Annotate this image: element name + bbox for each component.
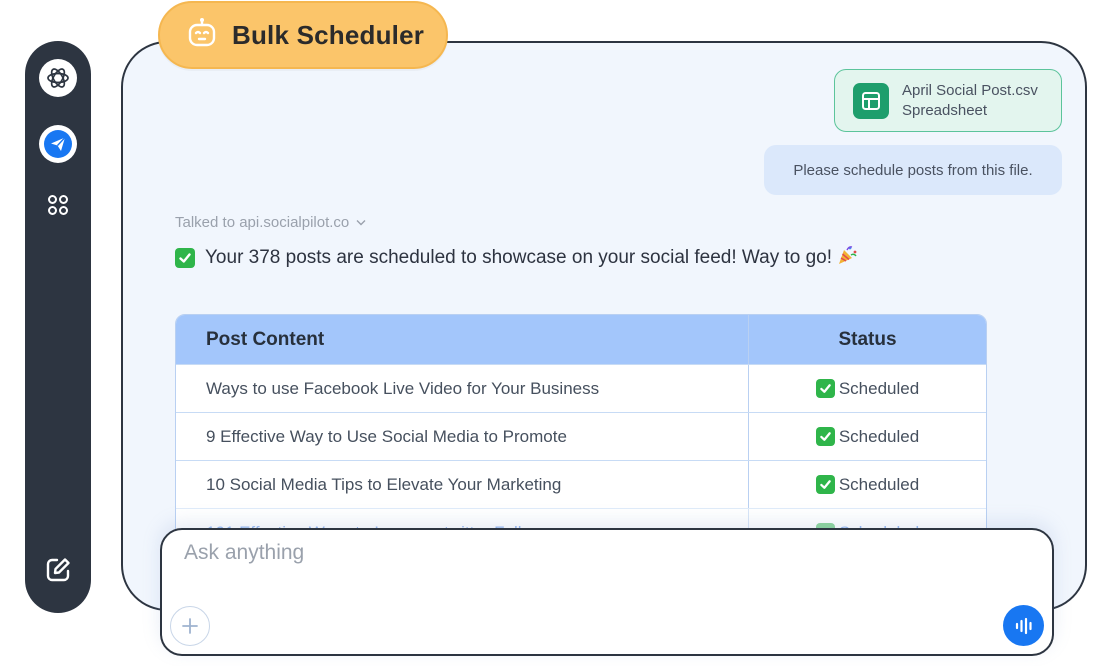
check-icon — [815, 427, 835, 446]
file-type: Spreadsheet — [902, 101, 988, 119]
user-message-text: Please schedule posts from this file. — [793, 161, 1033, 179]
title-badge: Bulk Scheduler — [158, 1, 448, 69]
check-icon — [175, 248, 195, 268]
status-cell: Scheduled — [749, 461, 986, 508]
table-header: Post Content Status — [176, 315, 986, 364]
status-cell: Scheduled — [749, 365, 986, 412]
voice-button[interactable] — [1003, 605, 1044, 646]
table-row: Ways to use Facebook Live Video for Your… — [176, 364, 986, 412]
apps-grid-icon[interactable] — [39, 186, 77, 224]
add-attachment-button[interactable] — [170, 606, 210, 646]
send-icon[interactable] — [39, 125, 77, 163]
composer — [160, 528, 1054, 656]
chevron-down-icon — [356, 220, 366, 226]
post-content-cell: Ways to use Facebook Live Video for Your… — [176, 365, 749, 412]
column-header-status: Status — [838, 328, 897, 350]
check-icon — [815, 379, 835, 398]
post-content-cell: 10 Social Media Tips to Elevate Your Mar… — [176, 461, 749, 508]
table-row: 9 Effective Way to Use Social Media to P… — [176, 412, 986, 460]
sidebar — [25, 41, 91, 613]
posts-table: Post Content Status Ways to use Facebook… — [175, 314, 987, 557]
new-chat-icon[interactable] — [39, 551, 77, 589]
post-content-cell: 9 Effective Way to Use Social Media to P… — [176, 413, 749, 460]
status-label: Scheduled — [838, 426, 920, 446]
status-label: Scheduled — [838, 378, 920, 398]
plus-icon — [182, 618, 198, 634]
assistant-result: Your 378 posts are scheduled to showcase… — [175, 244, 858, 272]
tool-call-label: Talked to api.socialpilot.co — [175, 214, 350, 231]
audio-wave-icon — [1015, 617, 1032, 634]
ask-input[interactable] — [182, 540, 886, 566]
party-popper-icon — [836, 244, 858, 272]
spreadsheet-icon — [853, 82, 889, 119]
status-cell: Scheduled — [749, 413, 986, 460]
user-message: Please schedule posts from this file. — [764, 145, 1062, 195]
column-header-post-content: Post Content — [176, 315, 749, 364]
check-icon — [815, 475, 835, 494]
file-name: April Social Post.csv — [902, 81, 1038, 99]
tool-call-toggle[interactable]: Talked to api.socialpilot.co — [175, 214, 366, 231]
robot-icon — [186, 17, 218, 54]
status-label: Scheduled — [838, 474, 920, 494]
openai-icon[interactable] — [39, 59, 77, 97]
file-attachment[interactable]: April Social Post.csv Spreadsheet — [834, 69, 1062, 132]
table-row: 10 Social Media Tips to Elevate Your Mar… — [176, 460, 986, 508]
result-text: Your 378 posts are scheduled to showcase… — [205, 247, 833, 268]
page-title: Bulk Scheduler — [232, 19, 425, 50]
